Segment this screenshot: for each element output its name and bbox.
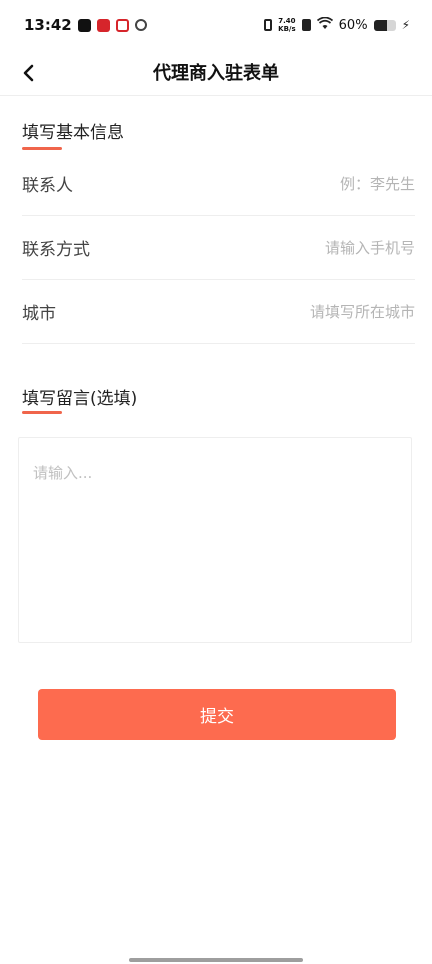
tiktok-icon <box>77 18 91 32</box>
section-title-basic-info: 填写基本信息 <box>22 123 124 143</box>
section-underline <box>22 411 62 414</box>
city-input[interactable] <box>195 302 415 321</box>
page-title: 代理商入驻表单 <box>153 63 279 84</box>
status-left: 13:42 <box>24 16 147 34</box>
net-speed-value: 7.40 <box>278 17 296 25</box>
vibrate-icon <box>264 19 273 31</box>
net-speed-unit: KB/s <box>278 25 296 33</box>
battery-icon <box>373 19 396 31</box>
submit-button[interactable]: 提交 <box>38 689 396 740</box>
status-bar: 13:42 7.40 KB/s 60% ⚡ <box>0 0 432 50</box>
battery-body <box>373 19 396 31</box>
section-underline <box>22 147 62 150</box>
no-sim-icon <box>301 19 311 31</box>
contact-method-label: 联系方式 <box>22 240 90 260</box>
battery-fill <box>373 19 387 31</box>
status-right: 7.40 KB/s 60% ⚡ <box>264 16 410 34</box>
search-icon <box>134 19 147 31</box>
app-icon <box>115 18 129 32</box>
form-row-contact-person: 联系人 <box>22 152 415 216</box>
page: 13:42 7.40 KB/s 60% ⚡ 代理商入驻表单 填写基本信息 联系人… <box>0 0 432 964</box>
city-label: 城市 <box>22 304 56 324</box>
home-indicator[interactable] <box>129 958 303 962</box>
battery-percent: 60% <box>338 17 368 33</box>
nav-bar: 代理商入驻表单 <box>0 50 432 96</box>
phone-input[interactable] <box>195 238 415 257</box>
form-row-contact-method: 联系方式 <box>22 216 415 280</box>
app-icon <box>96 18 110 32</box>
wifi-icon <box>316 16 333 34</box>
net-speed: 7.40 KB/s <box>278 17 295 33</box>
charging-icon: ⚡ <box>401 18 410 32</box>
contact-person-label: 联系人 <box>22 176 73 196</box>
form-row-city: 城市 <box>22 280 415 344</box>
message-textarea[interactable] <box>18 437 412 643</box>
section-title-message: 填写留言(选填) <box>22 389 138 409</box>
status-time: 13:42 <box>24 16 72 34</box>
contact-person-input[interactable] <box>195 174 415 193</box>
